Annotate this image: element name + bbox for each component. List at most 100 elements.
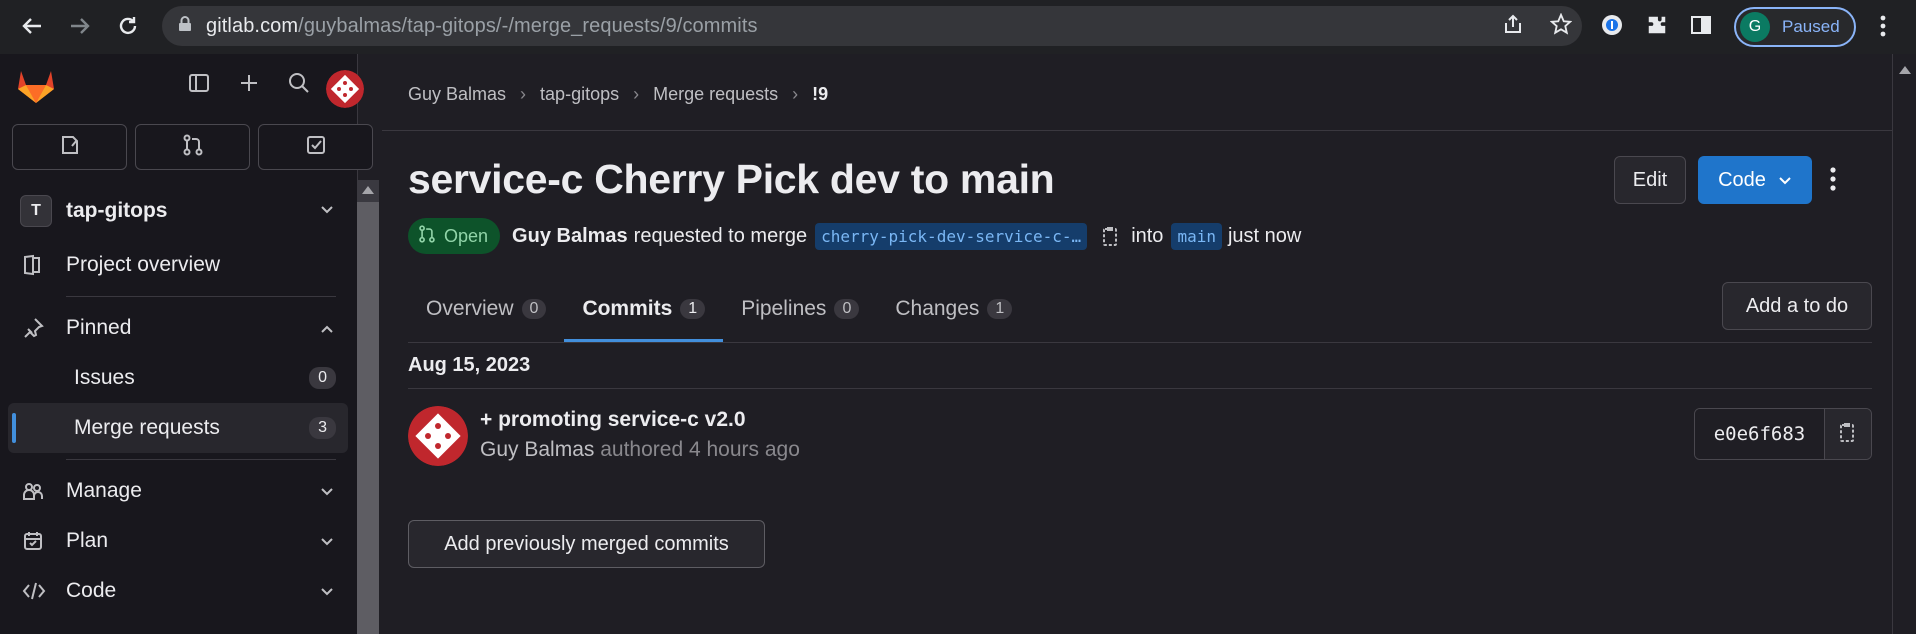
browser-toolbar: gitlab.com/guybalmas/tap-gitops/-/merge_… — [0, 0, 1916, 54]
url-text: gitlab.com/guybalmas/tap-gitops/-/merge_… — [206, 14, 758, 37]
issues-icon — [59, 134, 81, 161]
sidebar-item-project-overview[interactable]: Project overview — [0, 240, 356, 290]
scrollbar-thumb[interactable] — [357, 202, 379, 634]
bookmark-star-icon[interactable] — [1549, 12, 1573, 40]
gitlab-logo-icon[interactable] — [16, 67, 56, 110]
lock-icon — [178, 15, 192, 37]
mr-author[interactable]: Guy Balmas — [512, 225, 628, 248]
tab-commits[interactable]: Commits 1 — [564, 276, 723, 342]
divider — [382, 130, 1892, 131]
browser-menu-icon[interactable] — [1880, 14, 1886, 43]
tab-overview[interactable]: Overview 0 — [408, 276, 564, 342]
page-title: service-c Cherry Pick dev to main — [408, 156, 1055, 202]
sidebar-item-manage[interactable]: Manage — [0, 466, 356, 516]
commit-message[interactable]: + promoting service-c v2.0 — [480, 408, 746, 432]
todos-button[interactable] — [258, 124, 373, 170]
pin-icon — [22, 317, 46, 339]
copy-branch-icon[interactable] — [1101, 225, 1121, 247]
mr-requested-text: requested to merge — [633, 224, 808, 247]
count-badge: 3 — [309, 417, 336, 439]
code-icon — [22, 580, 46, 602]
sidebar-item-plan[interactable]: Plan — [0, 516, 356, 566]
breadcrumb-current[interactable]: !9 — [812, 84, 828, 105]
sidebar-scrollbar[interactable] — [357, 180, 379, 634]
project-switcher[interactable]: T tap-gitops — [0, 182, 356, 240]
profile-button[interactable]: G Paused — [1734, 7, 1856, 47]
sidebar-item-code[interactable]: Code — [0, 566, 356, 616]
back-icon[interactable] — [12, 6, 52, 46]
status-badge: Open — [408, 218, 501, 254]
reload-icon[interactable] — [108, 6, 148, 46]
code-dropdown-button[interactable]: Code — [1698, 156, 1812, 204]
scroll-up-arrow-icon[interactable] — [362, 186, 374, 194]
project-icon — [22, 254, 46, 276]
todo-check-icon — [305, 134, 327, 161]
address-bar[interactable]: gitlab.com/guybalmas/tap-gitops/-/merge_… — [162, 6, 1582, 46]
sidebar-item-label: Project overview — [66, 253, 221, 276]
breadcrumb-item[interactable]: Merge requests — [653, 84, 778, 105]
sidebar-item-label: Pinned — [66, 316, 132, 339]
edit-button[interactable]: Edit — [1614, 156, 1686, 204]
tab-pipelines[interactable]: Pipelines 0 — [723, 276, 877, 342]
page-scrollbar[interactable] — [1892, 54, 1916, 634]
tab-label: Changes — [895, 297, 980, 320]
sidebar-item-issues[interactable]: Issues 0 — [8, 353, 348, 403]
tab-count-badge: 1 — [987, 299, 1013, 319]
assigned-issues-button[interactable] — [12, 124, 127, 170]
user-avatar[interactable] — [326, 70, 364, 108]
forward-icon[interactable] — [60, 6, 100, 46]
target-branch[interactable]: main — [1171, 222, 1222, 250]
status-label: Open — [444, 225, 489, 246]
users-icon — [22, 480, 46, 502]
breadcrumb-item[interactable]: tap-gitops — [540, 84, 619, 105]
add-todo-button[interactable]: Add a to do — [1722, 282, 1872, 330]
chevron-up-icon — [320, 316, 334, 340]
extensions-icon[interactable] — [1646, 14, 1668, 41]
sidebar-item-merge-requests[interactable]: Merge requests 3 — [8, 403, 348, 453]
copy-sha-button[interactable] — [1825, 409, 1871, 459]
sidebar-item-label: Merge requests — [74, 416, 220, 439]
project-name: tap-gitops — [66, 199, 168, 222]
chevron-down-icon — [1778, 169, 1792, 192]
breadcrumb: Guy Balmas › tap-gitops › Merge requests… — [408, 84, 828, 105]
password-manager-icon[interactable] — [1600, 13, 1624, 42]
mr-time: just now — [1227, 224, 1302, 247]
chevron-down-icon — [320, 529, 334, 553]
divider — [66, 459, 336, 460]
sidebar-item-pinned[interactable]: Pinned — [0, 303, 356, 353]
source-branch[interactable]: cherry-pick-dev-service-c-… — [815, 222, 1088, 250]
mr-into-text: into — [1131, 224, 1164, 247]
commit-author-avatar[interactable] — [408, 406, 468, 466]
commit-meta: Guy Balmas authored 4 hours ago — [480, 438, 800, 462]
mr-tabs: Overview 0 Commits 1 Pipelines 0 Changes 1 — [408, 276, 1030, 342]
commit-sha-group: e0e6f683 — [1694, 408, 1872, 460]
share-icon[interactable] — [1502, 13, 1524, 40]
mr-meta: Open Guy Balmas requested to merge cherr… — [408, 218, 1301, 254]
tab-label: Overview — [426, 297, 514, 320]
profile-avatar: G — [1740, 12, 1770, 42]
sidebar: T tap-gitops Project overview Pinned Iss… — [0, 54, 373, 634]
commit-authored-time: authored 4 hours ago — [600, 438, 800, 461]
scroll-up-arrow-icon[interactable] — [1899, 66, 1911, 74]
commit-sha[interactable]: e0e6f683 — [1695, 409, 1825, 459]
more-actions-icon[interactable] — [1830, 166, 1836, 197]
breadcrumb-item[interactable]: Guy Balmas — [408, 84, 506, 105]
copy-icon — [1838, 421, 1858, 448]
add-previously-merged-commits-button[interactable]: Add previously merged commits — [408, 520, 765, 568]
divider — [408, 388, 1872, 389]
sidebar-item-label: Issues — [74, 366, 135, 389]
sidebar-toggle-icon[interactable] — [188, 72, 210, 99]
breadcrumb-separator: › — [520, 84, 527, 104]
plus-icon[interactable] — [238, 72, 260, 99]
divider — [66, 296, 336, 297]
calendar-icon — [22, 530, 46, 552]
code-button-label: Code — [1718, 168, 1766, 191]
commit-author[interactable]: Guy Balmas — [480, 438, 594, 461]
breadcrumb-separator: › — [792, 84, 799, 104]
divider — [408, 342, 1872, 343]
side-panel-icon[interactable] — [1690, 14, 1712, 41]
search-icon[interactable] — [288, 72, 310, 99]
tab-changes[interactable]: Changes 1 — [877, 276, 1030, 342]
merge-requests-button[interactable] — [135, 124, 250, 170]
breadcrumb-separator: › — [633, 84, 640, 104]
